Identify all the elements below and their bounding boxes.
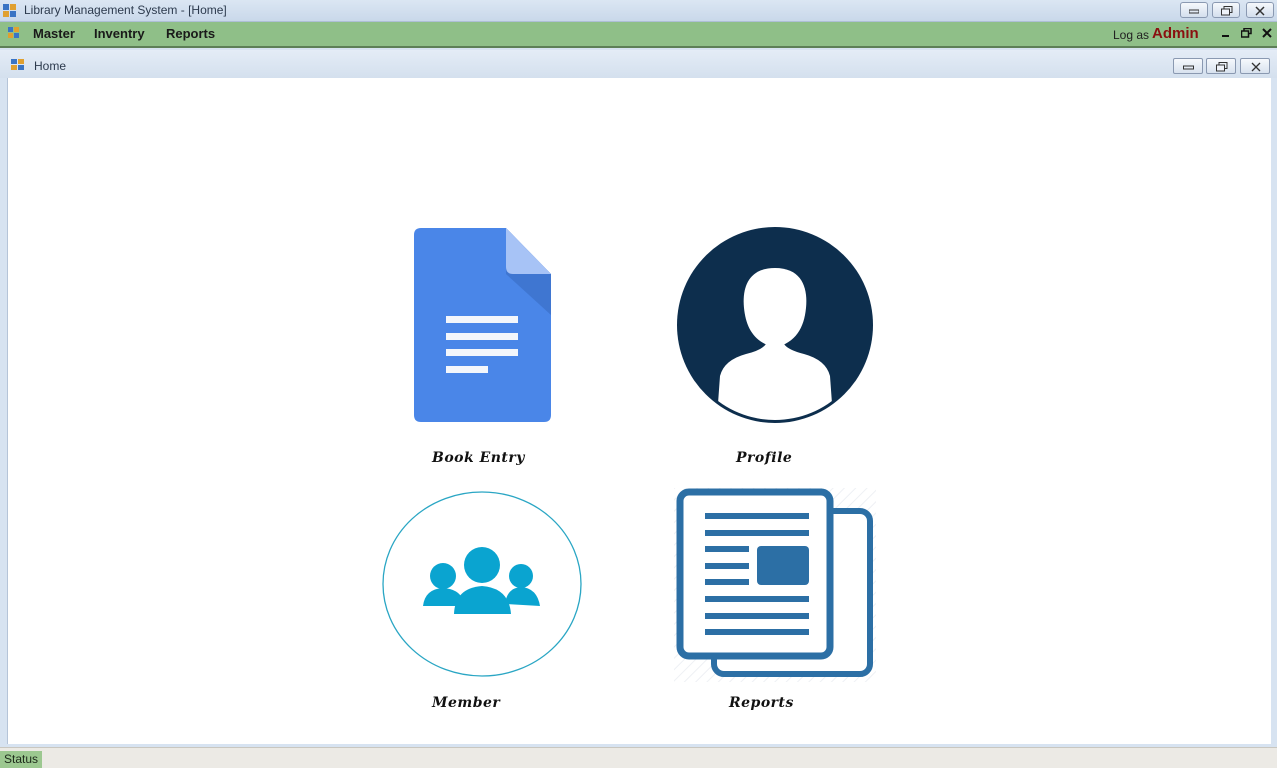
document-icon: [414, 228, 551, 422]
mdi-minimize-button[interactable]: [1222, 27, 1230, 42]
close-icon: [1262, 28, 1272, 38]
mdi-close-button[interactable]: [1262, 27, 1272, 42]
profile-label[interactable]: Profile: [736, 450, 792, 466]
child-window-title-bar: Home: [0, 50, 1277, 78]
child-window-title: Home: [34, 59, 67, 73]
members-group-icon: [382, 491, 582, 677]
app-icon: [3, 4, 16, 17]
mdi-child-icon[interactable]: [8, 27, 20, 39]
member-label[interactable]: Member: [432, 695, 500, 711]
child-restore-button[interactable]: [1206, 58, 1236, 74]
app-title-bar: Library Management System - [Home]: [0, 0, 1277, 22]
user-profile-icon: [677, 227, 873, 423]
child-window-icon: [11, 59, 24, 70]
book-entry-label[interactable]: Book Entry: [432, 450, 525, 466]
restore-button[interactable]: [1212, 2, 1240, 18]
child-close-button[interactable]: [1240, 58, 1270, 74]
menu-inventry[interactable]: Inventry: [94, 26, 145, 41]
log-as-label: Log as: [1113, 28, 1150, 42]
menu-reports[interactable]: Reports: [166, 26, 215, 41]
member-tile[interactable]: [381, 490, 583, 679]
status-bar: Status: [0, 747, 1277, 768]
status-label: Status: [0, 751, 43, 768]
reports-label[interactable]: Reports: [729, 695, 794, 711]
reports-tile[interactable]: [674, 488, 876, 682]
child-minimize-button[interactable]: [1173, 58, 1203, 74]
minimize-icon: [1189, 9, 1199, 14]
restore-icon: [1221, 6, 1233, 16]
menu-bar: Master Inventry Reports Log as Admin: [0, 22, 1277, 48]
restore-icon: [1240, 27, 1252, 38]
restore-icon: [1216, 62, 1228, 72]
minimize-button[interactable]: [1180, 2, 1208, 18]
logged-user: Admin: [1152, 25, 1199, 42]
close-icon: [1251, 62, 1261, 72]
profile-tile[interactable]: [676, 226, 874, 426]
reports-newspaper-icon: [674, 488, 876, 682]
close-icon: [1255, 6, 1265, 16]
window-title: Library Management System - [Home]: [24, 3, 227, 17]
menu-master[interactable]: Master: [33, 26, 75, 41]
close-button[interactable]: [1246, 2, 1274, 18]
minimize-icon: [1222, 35, 1229, 37]
minimize-icon: [1183, 65, 1194, 70]
home-content: [7, 78, 1271, 744]
book-entry-tile[interactable]: [413, 227, 553, 425]
mdi-restore-button[interactable]: [1240, 27, 1252, 42]
